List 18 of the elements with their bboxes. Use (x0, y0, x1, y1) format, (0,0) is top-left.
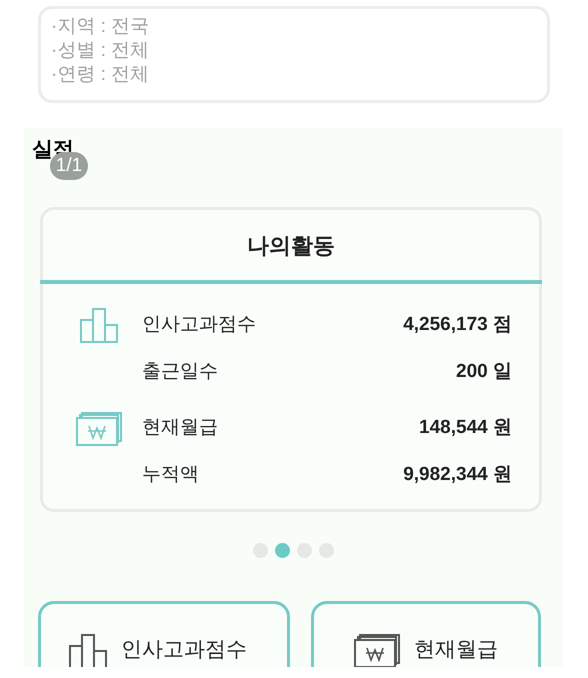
stat-tile[interactable]: 현재월급 (311, 601, 541, 667)
filter-text: ·지역 : 전국 (51, 15, 150, 39)
stat-tile[interactable]: 인사고과점수 (38, 601, 290, 667)
stat-value: 200 일 (456, 360, 512, 384)
banknote-icon (76, 412, 122, 446)
bar-chart-icon (69, 634, 107, 667)
stat-value: 4,256,173 점 (403, 313, 512, 338)
card-title: 나의활동 (246, 232, 336, 260)
banknote-icon (354, 634, 400, 667)
stat-label: 누적액 (142, 463, 199, 488)
stat-label: 출근일수 (142, 360, 218, 384)
filter-text: ·연령 : 전체 (51, 63, 150, 87)
filter-text: ·성별 : 전체 (51, 39, 150, 63)
stat-label: 현재월급 (142, 416, 218, 440)
stat-value: 148,544 원 (419, 416, 512, 440)
stat-label: 인사고과점수 (142, 313, 256, 338)
stat-value: 9,982,344 원 (403, 463, 512, 488)
bar-chart-icon (80, 308, 118, 344)
